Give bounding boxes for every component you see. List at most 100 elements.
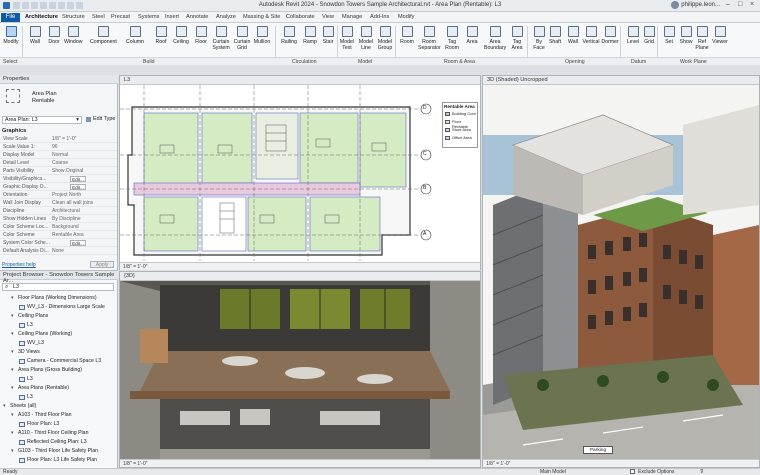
property-row[interactable]: Color Scheme Loc... Background — [0, 224, 117, 231]
view-tab-3d-shaded[interactable]: 3D (Shaded) Uncropped — [483, 76, 759, 85]
tab-file[interactable]: File — [1, 13, 20, 22]
browser-item[interactable]: L3 — [19, 322, 33, 328]
browser-item[interactable]: ▾ 3D Views — [11, 349, 40, 355]
browser-item[interactable]: Camera - Commercial Space L3 — [19, 358, 101, 364]
browser-item[interactable]: ▾ Ceiling Plans (Working) — [11, 331, 72, 337]
property-edit-button[interactable]: Edit... — [70, 176, 86, 182]
stair-button[interactable]: Stair — [319, 26, 337, 45]
view-control-bar[interactable]: 1/8" = 1'-0" — [120, 459, 480, 467]
expand-chevron-icon[interactable]: ▾ — [11, 430, 16, 436]
exclude-options-checkbox[interactable] — [630, 469, 635, 474]
property-edit-button[interactable]: Edit... — [70, 240, 86, 246]
dormer-button[interactable]: Dormer — [601, 26, 619, 45]
tab-precast[interactable]: Precast — [111, 14, 130, 20]
tag-area-button[interactable]: Tag Area — [508, 26, 526, 51]
browser-item[interactable]: ▾ Sheets (all) — [3, 403, 36, 409]
tab-steel[interactable]: Steel — [92, 14, 105, 20]
grid-button[interactable]: Grid — [640, 26, 658, 45]
viewer-button[interactable]: Viewer — [711, 26, 729, 45]
property-row[interactable]: View Scale 1/8" = 1'-0" — [0, 136, 117, 143]
view-control-bar[interactable]: 1/8" = 1'-0" — [483, 459, 759, 467]
model-group-button[interactable]: Model Group — [376, 26, 394, 51]
tab-collaborate[interactable]: Collaborate — [286, 14, 315, 20]
edit-type-button[interactable]: Edit Type — [86, 116, 115, 122]
tab-manage[interactable]: Manage — [342, 14, 362, 20]
expand-chevron-icon[interactable]: ▾ — [11, 367, 16, 373]
browser-item[interactable]: ▾ Ceiling Plans — [11, 313, 48, 319]
set-button[interactable]: Set — [660, 26, 678, 45]
tab-massing-site[interactable]: Massing & Site — [243, 14, 280, 20]
view-scale-label[interactable]: 1/8" = 1'-0" — [123, 264, 147, 270]
ramp-button[interactable]: Ramp — [301, 26, 319, 45]
browser-item[interactable]: Floor Plan: L3 — [19, 421, 59, 427]
door-button[interactable]: Door — [45, 26, 63, 45]
area-button[interactable]: Area — [463, 26, 481, 45]
modify-button[interactable]: Modify — [2, 26, 20, 45]
property-row[interactable]: Parts Visibility Show Original — [0, 168, 117, 175]
floor-button[interactable]: Floor — [192, 26, 210, 45]
tab-add-ins[interactable]: Add-Ins — [370, 14, 389, 20]
type-selector-dropdown[interactable]: Area Plan: L3 ▾ — [2, 116, 82, 124]
browser-item[interactable]: ▾ A110 - Third Floor Ceiling Plan — [11, 430, 88, 436]
close-icon[interactable]: × — [750, 1, 754, 8]
component-button[interactable]: Component — [90, 26, 117, 45]
room-separator-button[interactable]: Room Separator — [418, 26, 441, 51]
browser-item[interactable]: L3 — [19, 376, 33, 382]
tab-annotate[interactable]: Annotate — [186, 14, 208, 20]
property-row[interactable]: Visibility/Graphics... Edit... — [0, 176, 117, 183]
view-tab-l3[interactable]: L3 — [120, 76, 480, 85]
expand-chevron-icon[interactable]: ▾ — [11, 349, 16, 355]
wall-opening-button[interactable]: Wall — [564, 26, 582, 45]
model-text-button[interactable]: Model Text — [338, 26, 356, 51]
filter-icon[interactable]: ⊽ — [700, 469, 704, 475]
model-line-button[interactable]: Model Line — [357, 26, 375, 51]
browser-item[interactable]: ▾ Area Plans (Rentable) — [11, 385, 69, 391]
railing-button[interactable]: Railing — [280, 26, 298, 45]
vertical-button[interactable]: Vertical — [582, 26, 600, 45]
browser-item[interactable]: L3 — [19, 394, 33, 400]
curtain-grid-button[interactable]: Curtain Grid — [233, 26, 251, 51]
maximize-icon[interactable]: □ — [738, 1, 742, 8]
view-tab-3d[interactable]: {3D} — [120, 272, 480, 281]
expand-chevron-icon[interactable]: ▾ — [11, 331, 16, 337]
property-row[interactable]: Show Hidden Lines By Discipline — [0, 216, 117, 223]
property-row[interactable]: Detail Level Coarse — [0, 160, 117, 167]
expand-chevron-icon[interactable]: ▾ — [11, 385, 16, 391]
graphics-section-header[interactable]: Graphics — [2, 128, 26, 134]
tab-view[interactable]: View — [322, 14, 334, 20]
column-button[interactable]: Column — [126, 26, 144, 45]
panel-select-label[interactable]: Select — [3, 59, 17, 65]
properties-help-link[interactable]: Properties help — [2, 262, 36, 268]
show-button[interactable]: Show — [677, 26, 695, 45]
expand-chevron-icon[interactable]: ▾ — [11, 313, 16, 319]
browser-item[interactable]: Reflected Ceiling Plan: L3 — [19, 439, 87, 445]
property-row[interactable]: Wall Join Display Clean all wall joins — [0, 200, 117, 207]
shaft-button[interactable]: Shaft — [546, 26, 564, 45]
browser-search-input[interactable]: ⌕ L3 — [2, 283, 114, 291]
property-row[interactable]: Discipline Architectural — [0, 208, 117, 215]
shaded-3d-view[interactable]: 3D (Shaded) Uncropped Parking 1/8" = 1'-… — [482, 75, 760, 468]
view-scale-label[interactable]: 1/8" = 1'-0" — [486, 461, 510, 467]
minimize-icon[interactable]: – — [726, 1, 730, 8]
browser-item[interactable]: WV_L3 - Dimensions Large Scale — [19, 304, 105, 310]
curtain-system-button[interactable]: Curtain System — [212, 26, 230, 51]
property-row[interactable]: Display Model Normal — [0, 152, 117, 159]
roof-button[interactable]: Roof — [152, 26, 170, 45]
view-scale-label[interactable]: 1/8" = 1'-0" — [123, 461, 147, 467]
property-row[interactable]: Color Scheme Rentable Area — [0, 232, 117, 239]
browser-item[interactable]: WV_L3 — [19, 340, 44, 346]
tab-analyze[interactable]: Analyze — [216, 14, 236, 20]
user-account[interactable]: philippe.leon... — [671, 1, 720, 9]
expand-chevron-icon[interactable]: ▾ — [11, 412, 16, 418]
property-row[interactable]: Graphic Display O... Edit... — [0, 184, 117, 191]
property-row[interactable]: Scale Value 1: 96 — [0, 144, 117, 151]
tab-insert[interactable]: Insert — [165, 14, 179, 20]
design-option-model[interactable]: Main Model — [540, 469, 566, 475]
tab-modify[interactable]: Modify — [398, 14, 414, 20]
property-row[interactable]: Default Analysis Di... None — [0, 248, 117, 255]
property-edit-button[interactable]: Edit... — [70, 184, 86, 190]
ceiling-button[interactable]: Ceiling — [172, 26, 190, 45]
wall-button[interactable]: Wall — [26, 26, 44, 45]
window-button[interactable]: Window — [64, 26, 82, 45]
expand-chevron-icon[interactable]: ▾ — [11, 295, 16, 301]
